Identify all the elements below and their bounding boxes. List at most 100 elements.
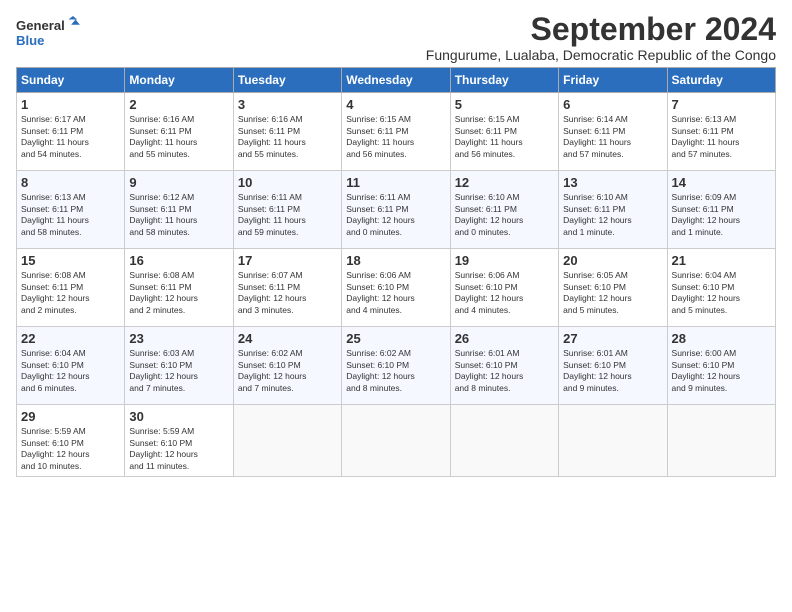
day-number: 20 (563, 253, 662, 268)
day-content: Sunrise: 6:13 AM Sunset: 6:11 PM Dayligh… (672, 114, 771, 160)
day-content: Sunrise: 6:10 AM Sunset: 6:11 PM Dayligh… (563, 192, 662, 238)
day-number: 28 (672, 331, 771, 346)
table-row: 23 Sunrise: 6:03 AM Sunset: 6:10 PM Dayli… (125, 327, 233, 405)
day-number: 12 (455, 175, 554, 190)
table-row: 12 Sunrise: 6:10 AM Sunset: 6:11 PM Dayli… (450, 171, 558, 249)
table-row (342, 405, 450, 477)
day-number: 19 (455, 253, 554, 268)
header-tuesday: Tuesday (233, 68, 341, 93)
table-row: 4Sunrise: 6:15 AM Sunset: 6:11 PM Daylig… (342, 93, 450, 171)
day-number: 8 (21, 175, 120, 190)
day-content: Sunrise: 6:09 AM Sunset: 6:11 PM Dayligh… (672, 192, 771, 238)
day-content: Sunrise: 6:05 AM Sunset: 6:10 PM Dayligh… (563, 270, 662, 316)
logo-icon: GeneralBlue (16, 16, 86, 51)
day-number: 15 (21, 253, 120, 268)
day-content: Sunrise: 6:16 AM Sunset: 6:11 PM Dayligh… (238, 114, 337, 160)
header-friday: Friday (559, 68, 667, 93)
table-row: 5 Sunrise: 6:15 AM Sunset: 6:11 PM Daylig… (450, 93, 558, 171)
day-number: 10 (238, 175, 337, 190)
table-row (450, 405, 558, 477)
table-row (667, 405, 775, 477)
day-number: 22 (21, 331, 120, 346)
table-row: 9 Sunrise: 6:12 AM Sunset: 6:11 PM Daylig… (125, 171, 233, 249)
table-row: 8 Sunrise: 6:13 AM Sunset: 6:11 PM Daylig… (17, 171, 125, 249)
day-number: 25 (346, 331, 445, 346)
day-content: Sunrise: 6:08 AM Sunset: 6:11 PM Dayligh… (129, 270, 228, 316)
day-content: Sunrise: 6:13 AM Sunset: 6:11 PM Dayligh… (21, 192, 120, 238)
table-row: 16Sunrise: 6:08 AM Sunset: 6:11 PM Dayli… (125, 249, 233, 327)
day-content: Sunrise: 6:16 AM Sunset: 6:11 PM Dayligh… (129, 114, 228, 160)
day-content: Sunrise: 5:59 AM Sunset: 6:10 PM Dayligh… (129, 426, 228, 472)
header-wednesday: Wednesday (342, 68, 450, 93)
page-subtitle: Fungurume, Lualaba, Democratic Republic … (426, 47, 776, 63)
table-row: 25 Sunrise: 6:02 AM Sunset: 6:10 PM Dayli… (342, 327, 450, 405)
table-row: 1 Sunrise: 6:17 AM Sunset: 6:11 PM Daylig… (17, 93, 125, 171)
day-content: Sunrise: 6:15 AM Sunset: 6:11 PM Dayligh… (455, 114, 554, 160)
table-row: 22Sunrise: 6:04 AM Sunset: 6:10 PM Dayli… (17, 327, 125, 405)
logo: GeneralBlue (16, 16, 90, 51)
day-number: 18 (346, 253, 445, 268)
calendar-header-row: Sunday Monday Tuesday Wednesday Thursday… (17, 68, 776, 93)
table-row: 28 Sunrise: 6:00 AM Sunset: 6:10 PM Dayli… (667, 327, 775, 405)
header-thursday: Thursday (450, 68, 558, 93)
day-content: Sunrise: 6:02 AM Sunset: 6:10 PM Dayligh… (238, 348, 337, 394)
day-content: Sunrise: 6:12 AM Sunset: 6:11 PM Dayligh… (129, 192, 228, 238)
day-number: 14 (672, 175, 771, 190)
table-row: 3 Sunrise: 6:16 AM Sunset: 6:11 PM Daylig… (233, 93, 341, 171)
day-content: Sunrise: 6:04 AM Sunset: 6:10 PM Dayligh… (672, 270, 771, 316)
header-saturday: Saturday (667, 68, 775, 93)
page-header: GeneralBlue September 2024 Fungurume, Lu… (16, 12, 776, 63)
table-row: 13 Sunrise: 6:10 AM Sunset: 6:11 PM Dayli… (559, 171, 667, 249)
day-number: 11 (346, 175, 445, 190)
table-row: 19 Sunrise: 6:06 AM Sunset: 6:10 PM Dayli… (450, 249, 558, 327)
day-content: Sunrise: 6:06 AM Sunset: 6:10 PM Dayligh… (346, 270, 445, 316)
day-number: 29 (21, 409, 120, 424)
table-row: 10Sunrise: 6:11 AM Sunset: 6:11 PM Dayli… (233, 171, 341, 249)
table-row: 30 Sunrise: 5:59 AM Sunset: 6:10 PM Dayli… (125, 405, 233, 477)
day-number: 6 (563, 97, 662, 112)
day-content: Sunrise: 6:08 AM Sunset: 6:11 PM Dayligh… (21, 270, 120, 316)
table-row: 15 Sunrise: 6:08 AM Sunset: 6:11 PM Dayli… (17, 249, 125, 327)
day-content: Sunrise: 6:06 AM Sunset: 6:10 PM Dayligh… (455, 270, 554, 316)
calendar-table: Sunday Monday Tuesday Wednesday Thursday… (16, 67, 776, 477)
day-number: 17 (238, 253, 337, 268)
title-block: September 2024 Fungurume, Lualaba, Democ… (426, 12, 776, 63)
table-row: 27 Sunrise: 6:01 AM Sunset: 6:10 PM Dayli… (559, 327, 667, 405)
table-row: 11 Sunrise: 6:11 AM Sunset: 6:11 PM Dayli… (342, 171, 450, 249)
day-number: 26 (455, 331, 554, 346)
table-row: 21 Sunrise: 6:04 AM Sunset: 6:10 PM Dayli… (667, 249, 775, 327)
table-row: 17 Sunrise: 6:07 AM Sunset: 6:11 PM Dayli… (233, 249, 341, 327)
table-row: 18 Sunrise: 6:06 AM Sunset: 6:10 PM Dayli… (342, 249, 450, 327)
day-content: Sunrise: 6:01 AM Sunset: 6:10 PM Dayligh… (455, 348, 554, 394)
day-content: Sunrise: 6:02 AM Sunset: 6:10 PM Dayligh… (346, 348, 445, 394)
day-number: 21 (672, 253, 771, 268)
table-row: 6 Sunrise: 6:14 AM Sunset: 6:11 PM Daylig… (559, 93, 667, 171)
table-row (559, 405, 667, 477)
day-number: 13 (563, 175, 662, 190)
svg-text:General: General (16, 18, 65, 33)
table-row: 20 Sunrise: 6:05 AM Sunset: 6:10 PM Dayli… (559, 249, 667, 327)
day-number: 27 (563, 331, 662, 346)
day-content: Sunrise: 6:00 AM Sunset: 6:10 PM Dayligh… (672, 348, 771, 394)
table-row: 24 Sunrise: 6:02 AM Sunset: 6:10 PM Dayli… (233, 327, 341, 405)
day-number: 30 (129, 409, 228, 424)
header-sunday: Sunday (17, 68, 125, 93)
day-number: 3 (238, 97, 337, 112)
day-number: 5 (455, 97, 554, 112)
day-number: 9 (129, 175, 228, 190)
day-content: Sunrise: 6:14 AM Sunset: 6:11 PM Dayligh… (563, 114, 662, 160)
day-number: 23 (129, 331, 228, 346)
day-content: Sunrise: 6:03 AM Sunset: 6:10 PM Dayligh… (129, 348, 228, 394)
day-number: 1 (21, 97, 120, 112)
header-monday: Monday (125, 68, 233, 93)
day-number: 24 (238, 331, 337, 346)
page-title: September 2024 (426, 12, 776, 47)
table-row: 26 Sunrise: 6:01 AM Sunset: 6:10 PM Dayli… (450, 327, 558, 405)
day-content: Sunrise: 6:11 AM Sunset: 6:11 PM Dayligh… (346, 192, 445, 238)
day-content: Sunrise: 6:01 AM Sunset: 6:10 PM Dayligh… (563, 348, 662, 394)
day-content: Sunrise: 6:17 AM Sunset: 6:11 PM Dayligh… (21, 114, 120, 160)
svg-text:Blue: Blue (16, 33, 44, 48)
day-content: Sunrise: 6:10 AM Sunset: 6:11 PM Dayligh… (455, 192, 554, 238)
day-content: Sunrise: 6:07 AM Sunset: 6:11 PM Dayligh… (238, 270, 337, 316)
table-row: 7Sunrise: 6:13 AM Sunset: 6:11 PM Daylig… (667, 93, 775, 171)
